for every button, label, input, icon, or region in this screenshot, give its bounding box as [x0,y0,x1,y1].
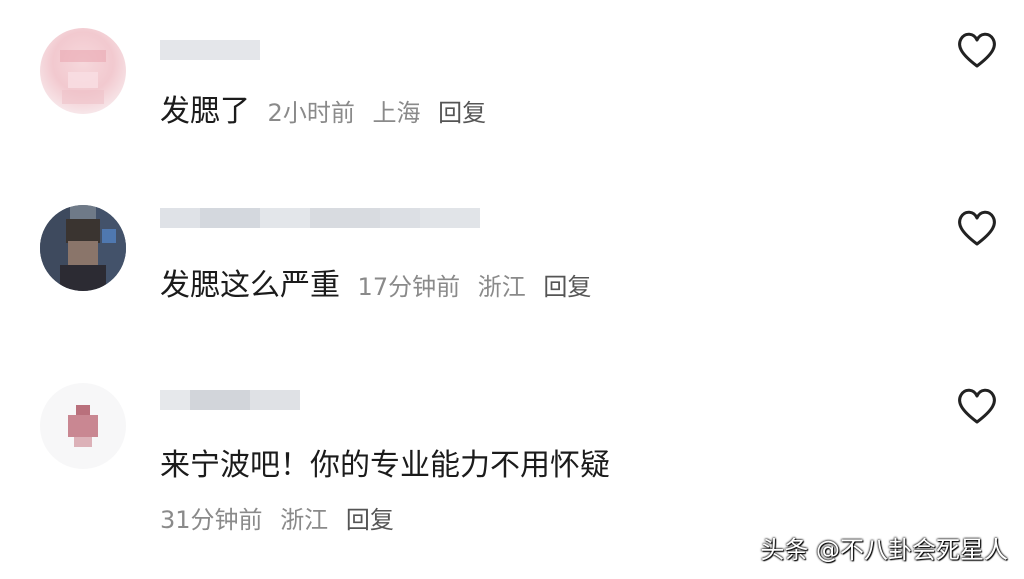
comment-text-row: 发腮了 2小时前 上海 回复 [160,86,496,130]
comment-text-row: 来宁波吧！你的专业能力不用怀疑 [160,440,610,484]
like-button[interactable] [955,30,999,70]
comment-text-row: 发腮这么严重 17分钟前 浙江 回复 [160,260,601,304]
comment-meta: 31分钟前 浙江 回复 [160,500,404,535]
like-button[interactable] [955,208,999,248]
comment-location: 浙江 [477,273,526,301]
avatar[interactable] [40,383,126,469]
comment-list: 发腮了 2小时前 上海 回复 发腮这么严重 17分钟前 浙江 回复 来宁波吧！你… [0,0,1024,579]
comment-time: 2小时前 [267,99,355,127]
comment-time: 17分钟前 [357,273,461,301]
username-blurred[interactable] [160,40,260,60]
comment-text: 发腮了 [160,94,250,129]
heart-outline-icon [958,388,996,424]
watermark: 头条 @不八卦会死星人 [760,536,1008,564]
comment-text: 发腮这么严重 [160,268,340,303]
blurred-avatar-icon [60,50,106,104]
comment-location: 浙江 [280,506,329,534]
blurred-avatar-icon [68,405,98,447]
reply-button[interactable]: 回复 [438,99,486,127]
comment-location: 上海 [372,99,421,127]
comment-meta: 2小时前 上海 回复 [268,99,497,127]
heart-outline-icon [958,32,996,68]
avatar[interactable] [40,28,126,114]
reply-button[interactable]: 回复 [346,506,394,534]
like-button[interactable] [955,386,999,426]
comment-meta: 17分钟前 浙江 回复 [358,273,602,301]
blurred-avatar-icon [40,205,126,291]
username-blurred[interactable] [160,390,300,410]
comment-time: 31分钟前 [160,506,263,534]
reply-button[interactable]: 回复 [543,273,591,301]
heart-outline-icon [958,210,996,246]
comment-text: 来宁波吧！你的专业能力不用怀疑 [160,448,610,483]
avatar[interactable] [40,205,126,291]
username-blurred[interactable] [160,208,480,228]
